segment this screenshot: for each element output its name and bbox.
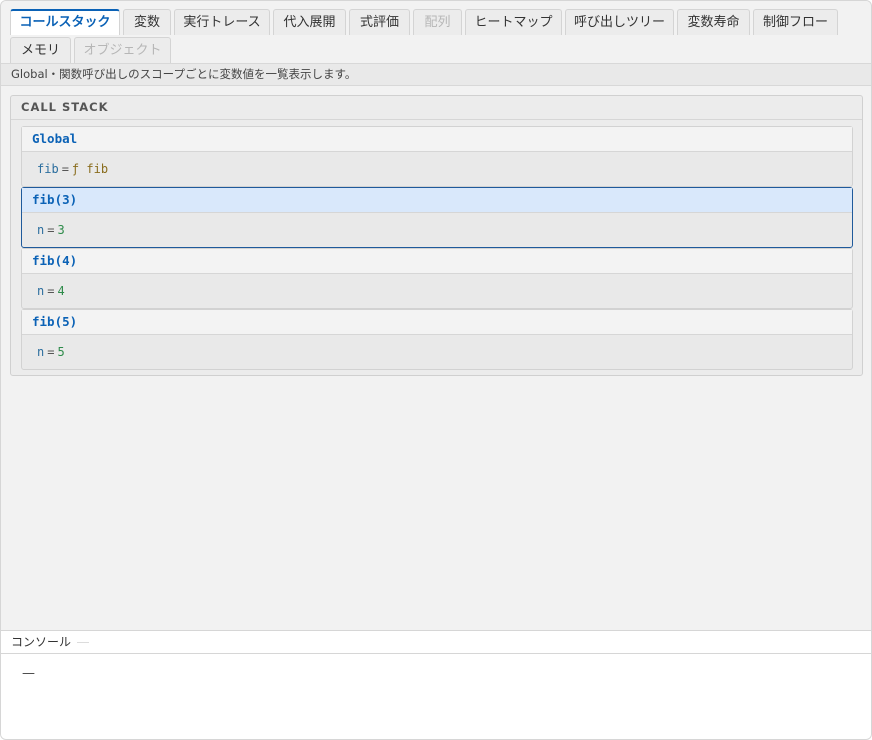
equals-sign: = <box>47 345 55 359</box>
equals-sign: = <box>47 223 55 237</box>
panel-title: CALL STACK <box>11 96 862 120</box>
tab-control-flow[interactable]: 制御フロー <box>753 9 838 35</box>
frame-name: fib(3) <box>22 188 852 213</box>
frame-variable: fib = ƒ fib <box>22 152 852 186</box>
tab-variables[interactable]: 変数 <box>123 9 171 35</box>
variable-value: 4 <box>57 284 65 298</box>
frame-variable: n = 4 <box>22 274 852 308</box>
variable-value: ƒ fib <box>71 162 109 176</box>
console-title: コンソール <box>11 635 72 649</box>
tab-assignment-expansion[interactable]: 代入展開 <box>273 9 346 35</box>
frame-variable: n = 3 <box>22 213 852 247</box>
console-output-text: — <box>22 666 35 681</box>
stack-frame-fib-4[interactable]: fib(4) n = 4 <box>21 248 853 309</box>
stack-frame-fib-3[interactable]: fib(3) n = 3 <box>21 187 853 248</box>
tab-call-tree[interactable]: 呼び出しツリー <box>565 9 674 35</box>
tab-bar: コールスタック 変数 実行トレース 代入展開 式評価 配列 ヒートマップ 呼び出… <box>1 1 871 63</box>
frame-name: Global <box>22 127 852 152</box>
tab-heatmap[interactable]: ヒートマップ <box>465 9 562 35</box>
equals-sign: = <box>47 284 55 298</box>
tab-description: Global・関数呼び出しのスコープごとに変数値を一覧表示します。 <box>1 63 871 86</box>
tab-object: オブジェクト <box>74 37 171 63</box>
stack-frame-fib-5[interactable]: fib(5) n = 5 <box>21 309 853 370</box>
console-divider <box>77 642 90 643</box>
tab-memory[interactable]: メモリ <box>10 37 71 63</box>
tab-array: 配列 <box>413 9 462 35</box>
variable-value: 3 <box>57 223 65 237</box>
tab-variable-lifetime[interactable]: 変数寿命 <box>677 9 750 35</box>
tab-execution-trace[interactable]: 実行トレース <box>174 9 270 35</box>
console-header: コンソール <box>1 630 871 654</box>
variable-value: 5 <box>57 345 65 359</box>
frame-name: fib(4) <box>22 249 852 274</box>
console-output[interactable]: — <box>1 654 871 739</box>
tab-call-stack[interactable]: コールスタック <box>10 9 120 35</box>
tab-expression-eval[interactable]: 式評価 <box>349 9 410 35</box>
call-stack-panel: CALL STACK Global fib = ƒ fib fib(3) n = 3 f… <box>10 95 863 376</box>
frame-name: fib(5) <box>22 310 852 335</box>
equals-sign: = <box>61 162 69 176</box>
stack-frame-global[interactable]: Global fib = ƒ fib <box>21 126 853 187</box>
frame-variable: n = 5 <box>22 335 852 369</box>
variable-name: fib <box>37 162 59 176</box>
app-window: コールスタック 変数 実行トレース 代入展開 式評価 配列 ヒートマップ 呼び出… <box>0 0 872 740</box>
